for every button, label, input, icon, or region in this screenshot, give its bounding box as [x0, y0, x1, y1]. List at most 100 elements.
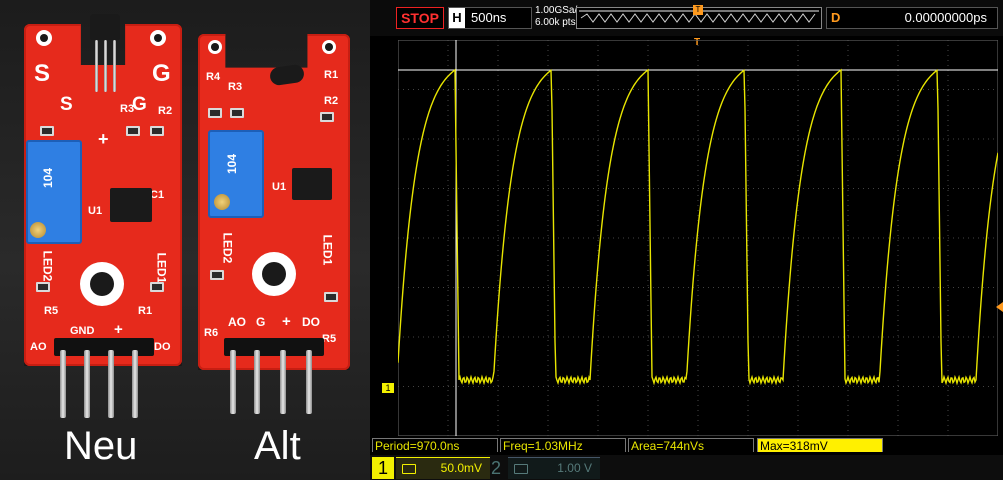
old-board-label: Alt	[254, 424, 301, 468]
smd-resistor	[320, 112, 334, 122]
silk-label: R5	[44, 305, 59, 317]
mount-hole	[252, 252, 296, 296]
silk-label: R1	[324, 69, 339, 81]
header-label: AO	[30, 341, 47, 353]
ch1-button[interactable]: 1	[372, 457, 394, 479]
header-pin	[84, 350, 90, 418]
smd-resistor	[230, 108, 244, 118]
comparator-ic	[110, 188, 152, 222]
ch1-scale-box[interactable]: 50.0mV	[396, 457, 490, 479]
header-label: GND	[70, 325, 95, 337]
channel-bar: 1 50.0mV 2 1.00 V	[370, 455, 1003, 480]
silk-label: R2	[324, 95, 339, 107]
ch1-marker-text: 1	[385, 383, 391, 393]
silk-label: G	[132, 94, 147, 115]
potentiometer-blue: 104	[26, 140, 82, 244]
sensor-lead	[113, 40, 116, 92]
header-pin	[280, 350, 286, 414]
ch2-scale: 1.00 V	[557, 461, 592, 475]
silk-label: +	[98, 129, 109, 149]
silk-label: G	[152, 60, 171, 87]
mount-hole	[150, 30, 166, 46]
mount-hole	[80, 262, 124, 306]
mount-hole	[36, 30, 52, 46]
mount-hole	[208, 40, 222, 54]
ch1-scale: 50.0mV	[440, 461, 482, 475]
silk-label: U1	[88, 205, 103, 217]
sensor-lead	[95, 40, 98, 92]
silk-label: S	[34, 60, 51, 87]
silk-label: LED2	[40, 250, 55, 282]
trigger-marker-text: T	[695, 5, 701, 14]
delay-label: D	[831, 10, 841, 25]
memory-overview-strip[interactable]: T	[576, 5, 822, 29]
silk-label: C1	[150, 189, 165, 201]
smd-resistor	[126, 126, 140, 136]
silk-label: R3	[228, 81, 243, 93]
timebase-value: 500ns	[471, 10, 507, 25]
pin-header	[54, 338, 154, 356]
header-label: +	[114, 321, 123, 338]
smd-resistor	[40, 126, 54, 136]
smd-resistor	[208, 108, 222, 118]
grid-lines	[398, 40, 998, 436]
header-label: DO	[302, 315, 320, 329]
trigger-level-marker[interactable]	[996, 302, 1003, 312]
dc-coupling-icon	[514, 464, 528, 474]
comparator-ic	[292, 168, 332, 200]
scope-top-bar: STOP H 500ns 1.00GSa/s 6.00k pts T D 0.0…	[370, 0, 1003, 36]
horizontal-label: H	[449, 8, 465, 28]
measurement-area[interactable]: Area=744nVs	[628, 438, 754, 453]
header-pin	[306, 350, 312, 414]
header-pin	[230, 350, 236, 414]
measurement-max[interactable]: Max=318mV	[757, 438, 883, 453]
ch2-scale-box[interactable]: 1.00 V	[508, 457, 600, 479]
ch1-offset-marker[interactable]: 1	[382, 383, 394, 393]
silk-label: R4	[206, 71, 221, 83]
potentiometer-blue: 104	[208, 130, 264, 218]
trigger-position-marker[interactable]: T	[693, 5, 703, 15]
ch1-waveform-trace	[398, 68, 998, 386]
oscilloscope-screen: STOP H 500ns 1.00GSa/s 6.00k pts T D 0.0…	[370, 0, 1003, 480]
pot-screw	[214, 194, 230, 210]
dc-coupling-icon	[402, 464, 416, 474]
header-pin	[254, 350, 260, 414]
smd-led	[210, 270, 224, 280]
header-pin	[108, 350, 114, 418]
silk-label: R2	[158, 105, 173, 117]
horizontal-timebase[interactable]: H 500ns	[448, 7, 532, 29]
silk-label: LED1	[320, 234, 335, 266]
sensor-boards-photo: S G S G + R3 R2 C1 U1 104 LED2 LED1 R5 R…	[0, 0, 370, 480]
mount-hole	[322, 40, 336, 54]
horizontal-delay[interactable]: D 0.00000000ps	[826, 7, 998, 29]
sensor-lead	[104, 40, 107, 92]
run-stop-status[interactable]: STOP	[396, 7, 444, 29]
silk-label: R3	[120, 103, 135, 115]
pot-screw	[30, 222, 46, 238]
header-label: AO	[228, 315, 246, 329]
measurement-period[interactable]: Period=970.0ns	[372, 438, 498, 453]
silk-label: LED2	[220, 232, 235, 264]
delay-value: 0.00000000ps	[904, 10, 987, 25]
transistor-sensor	[90, 14, 120, 40]
silk-label: LED1	[154, 252, 169, 284]
silk-label: R1	[138, 305, 153, 317]
ch2-button[interactable]: 2	[491, 457, 507, 479]
pot-text: 104	[41, 167, 56, 189]
header-pin	[60, 350, 66, 418]
silk-label: S	[60, 94, 73, 115]
silk-label: R5	[322, 333, 337, 345]
header-label: DO	[154, 341, 171, 353]
silk-label: R6	[204, 327, 219, 339]
header-label: +	[282, 313, 291, 330]
silk-label: U1	[272, 181, 287, 193]
smd-led	[150, 282, 164, 292]
measurement-frequency[interactable]: Freq=1.03MHz	[500, 438, 626, 453]
smd-led	[324, 292, 338, 302]
smd-led	[36, 282, 50, 292]
header-label: G	[256, 315, 266, 329]
header-pin	[132, 350, 138, 418]
smd-resistor	[150, 126, 164, 136]
waveform-grid[interactable]	[398, 40, 998, 436]
pot-text: 104	[225, 153, 240, 175]
